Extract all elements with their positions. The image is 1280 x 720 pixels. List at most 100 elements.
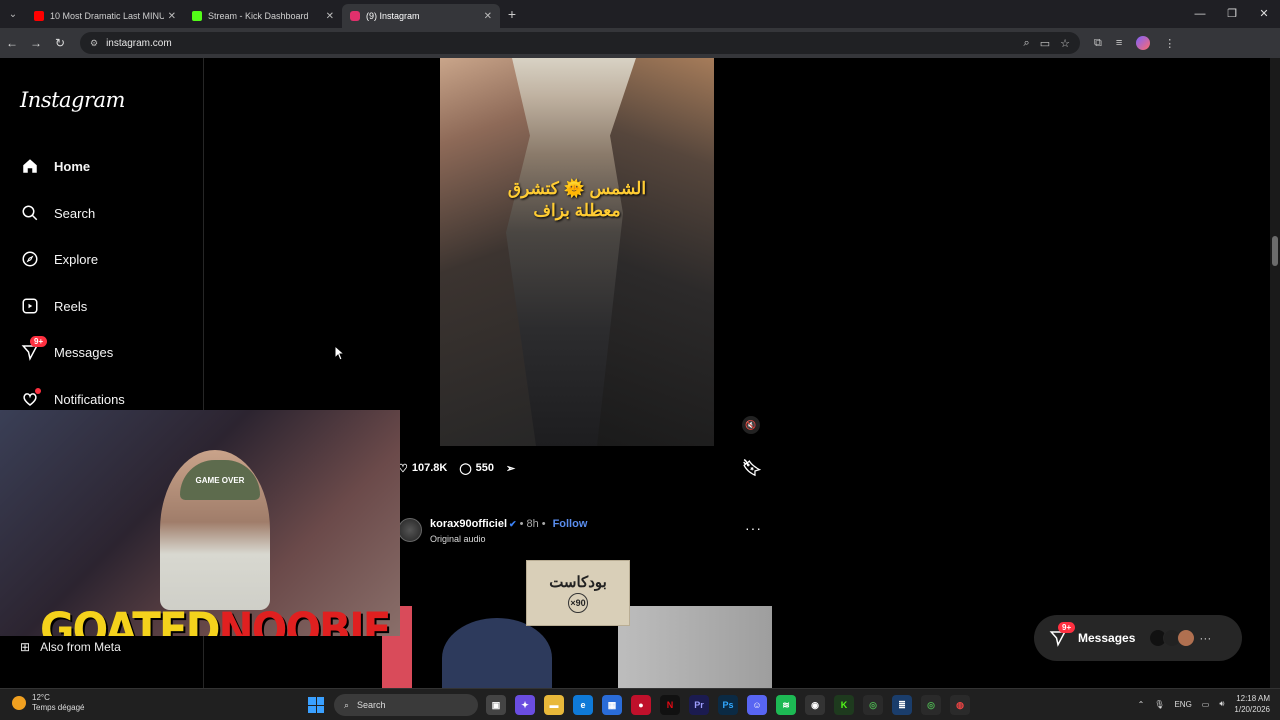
video-frame: الشمس 🌞 كتشرق معطلة بزاف	[440, 58, 714, 446]
tab-search-button[interactable]: ⌄	[0, 0, 26, 28]
search-icon: ⌕	[344, 699, 350, 710]
comment-button[interactable]: ◯ 550	[459, 462, 494, 475]
notepad-icon[interactable]: ≣	[892, 695, 912, 715]
netflix-icon[interactable]: N	[660, 695, 680, 715]
close-icon[interactable]: ✕	[326, 11, 334, 22]
logo-part: GOATED	[40, 602, 220, 636]
clock[interactable]: 12:18 AM 1/20/2026	[1234, 693, 1270, 715]
chrome-icon[interactable]: ◎	[863, 695, 883, 715]
avatar[interactable]	[398, 518, 422, 542]
compass-icon	[20, 249, 40, 269]
sidebar-item-label: Messages	[54, 344, 114, 360]
chrome-menu-icon[interactable]: ⋮	[1164, 37, 1175, 50]
spotify-icon[interactable]: ≋	[776, 695, 796, 715]
post-time: 8h	[526, 518, 539, 530]
reload-icon[interactable]: ↻	[48, 36, 72, 50]
kick-app-icon[interactable]: K	[834, 695, 854, 715]
sidebar-item-label: Explore	[54, 251, 99, 267]
network-icon[interactable]: ▭	[1202, 700, 1210, 709]
post-header: korax90officiel ✔ • 8h • Follow Original audi…	[398, 516, 772, 550]
caption-line: معطلة بزاف	[533, 201, 621, 220]
cast-icon[interactable]: ▭	[1040, 37, 1050, 50]
messages-pill-label: Messages	[1078, 631, 1136, 645]
page-scrollbar[interactable]	[1270, 58, 1280, 688]
language-indicator[interactable]: ENG	[1174, 700, 1191, 709]
photoshop-icon[interactable]: Ps	[718, 695, 738, 715]
messages-pill[interactable]: 9+ Messages ···	[1034, 615, 1242, 661]
browser-tab-bar: ⌄ 10 Most Dramatic Last MINUTE ✕ Stream …	[0, 0, 1280, 28]
sidebar-item-search[interactable]: Search	[20, 201, 95, 225]
save-icon[interactable]: 🔖︎	[742, 458, 762, 478]
close-window-icon[interactable]: ✕	[1248, 0, 1280, 28]
like-count: 107.8K	[411, 462, 448, 474]
comment-count: 550	[475, 462, 495, 474]
clock-time: 12:18 AM	[1236, 694, 1270, 703]
premiere-icon[interactable]: Pr	[689, 695, 709, 715]
sidebar-item-explore[interactable]: Explore	[20, 247, 98, 271]
chrome-icon-2[interactable]: ◎	[921, 695, 941, 715]
new-tab-button[interactable]: +	[500, 6, 524, 22]
chevron-up-icon[interactable]: ⌃	[1138, 700, 1145, 709]
reel-video[interactable]: الشمس 🌞 كتشرق معطلة بزاف 🔇	[382, 58, 772, 446]
profile-avatar[interactable]	[1136, 36, 1151, 50]
site-info-icon[interactable]: ⚙	[90, 38, 98, 49]
tab-youtube[interactable]: 10 Most Dramatic Last MINUTE ✕	[26, 4, 184, 28]
forward-icon[interactable]: →	[24, 36, 48, 50]
notification-badge: 9+	[30, 336, 48, 347]
post-media[interactable]: بودكاست ×90	[382, 558, 772, 688]
app-record-icon[interactable]: ◍	[950, 695, 970, 715]
weather-widget[interactable]: 12°C Temps dégagé	[12, 693, 84, 713]
follow-button[interactable]: Follow	[553, 518, 588, 530]
zoom-icon[interactable]: ⌕	[1024, 37, 1030, 50]
file-explorer-icon[interactable]: ▬	[544, 695, 564, 715]
discord-icon[interactable]: ☺	[747, 695, 767, 715]
media-control-icon[interactable]: ≡	[1116, 37, 1122, 49]
taskbar-search[interactable]: ⌕ Search	[334, 694, 478, 716]
scrollbar-thumb[interactable]	[1272, 236, 1278, 266]
app-circle-icon[interactable]: ◉	[805, 695, 825, 715]
home-icon	[20, 156, 40, 176]
extensions-icon[interactable]: ⧉	[1094, 37, 1102, 50]
restore-icon[interactable]: ❐	[1216, 0, 1248, 28]
app-red-icon[interactable]: ●	[631, 695, 651, 715]
instagram-logo[interactable]: Instagram	[20, 88, 125, 112]
edge-icon[interactable]: e	[573, 695, 593, 715]
sidebar-item-notifications[interactable]: Notifications	[20, 387, 125, 411]
sidebar-item-home[interactable]: Home	[20, 154, 90, 178]
like-button[interactable]: ♡ 107.8K	[398, 462, 447, 475]
windows-start-icon[interactable]	[308, 697, 324, 713]
url-field[interactable]: ⚙ instagram.com ⌕ ▭ ☆	[80, 32, 1080, 54]
conversation-avatars	[1149, 629, 1196, 647]
sidebar-item-also-from-meta[interactable]: ⊞ Also from Meta	[20, 640, 121, 654]
username-link[interactable]: korax90officiel	[430, 518, 507, 530]
close-icon[interactable]: ✕	[484, 11, 492, 22]
back-icon[interactable]: ←	[0, 36, 24, 50]
tab-kick[interactable]: Stream - Kick Dashboard ✕	[184, 4, 342, 28]
tab-title: (9) Instagram	[366, 11, 420, 21]
cap-text: GAME OVER	[195, 475, 245, 485]
store-icon[interactable]: ▦	[602, 695, 622, 715]
microphone-icon[interactable]: 🎙︎	[1154, 700, 1164, 709]
task-view-icon[interactable]: ▣	[486, 695, 506, 715]
person-figure	[442, 618, 552, 688]
post-author-line: korax90officiel ✔ • 8h • Follow	[430, 518, 588, 530]
rock-right	[597, 58, 714, 446]
windows-taskbar: 12°C Temps dégagé ⌕ Search ▣ ✦ ▬ e ▦ ● N…	[0, 688, 1280, 720]
volume-icon[interactable]: 🔊︎	[1219, 699, 1224, 709]
mute-icon[interactable]: 🔇	[742, 416, 760, 434]
sidebar-item-messages[interactable]: 9+ Messages	[20, 336, 114, 364]
bookmark-star-icon[interactable]: ☆	[1060, 37, 1070, 50]
sign-badge: ×90	[568, 593, 588, 613]
more-icon[interactable]: ···	[1199, 631, 1211, 645]
audio-link[interactable]: Original audio	[430, 534, 486, 544]
copilot-icon[interactable]: ✦	[515, 695, 535, 715]
tab-instagram[interactable]: (9) Instagram ✕	[342, 4, 500, 28]
more-options-icon[interactable]: ···	[745, 520, 762, 536]
share-button[interactable]: ➢	[506, 462, 515, 475]
share-icon: ➢	[506, 462, 516, 475]
tab-title: Stream - Kick Dashboard	[208, 11, 309, 21]
sidebar-item-reels[interactable]: Reels	[20, 294, 87, 318]
taskbar-apps: ▣ ✦ ▬ e ▦ ● N Pr Ps ☺ ≋ ◉ K ◎ ≣ ◎ ◍	[486, 695, 970, 715]
close-icon[interactable]: ✕	[168, 11, 176, 22]
minimize-icon[interactable]: —	[1184, 0, 1216, 28]
